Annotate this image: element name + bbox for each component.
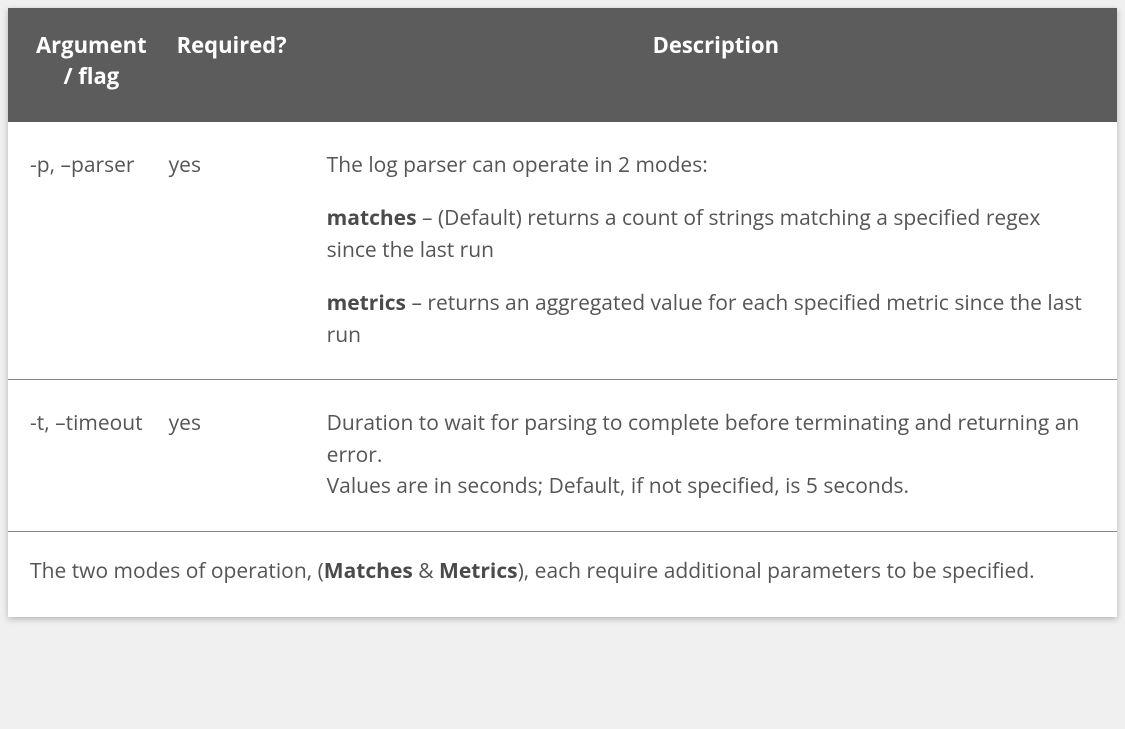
footer-pre: The two modes of operation, ( [30, 557, 324, 585]
footer-bold-metrics: Metrics [439, 557, 518, 585]
header-argument: Argument / flag [8, 8, 165, 122]
header-description: Description [315, 8, 1117, 122]
header-required: Required? [165, 8, 315, 122]
table-row: -p, –parser yes The log parser can opera… [8, 122, 1117, 380]
table-header-row: Argument / flag Required? Description [8, 8, 1117, 122]
table-row: -t, –timeout yes Duration to wait for pa… [8, 380, 1117, 532]
footer-note: The two modes of operation, (Matches & M… [8, 532, 1117, 588]
cell-required: yes [165, 122, 315, 380]
desc-line: Values are in seconds; Default, if not s… [327, 471, 1095, 503]
mode-label: matches [327, 204, 417, 232]
mode-text: – (Default) returns a count of strings m… [327, 204, 1041, 264]
cell-argument: -p, –parser [8, 122, 165, 380]
cell-required: yes [165, 380, 315, 532]
footer-post: ), each require additional parameters to… [518, 557, 1035, 585]
desc-intro: The log parser can operate in 2 modes: [327, 150, 1095, 182]
cell-argument: -t, –timeout [8, 380, 165, 532]
footer-amp: & [413, 557, 439, 585]
documentation-card: Argument / flag Required? Description -p… [8, 8, 1117, 617]
cell-description: The log parser can operate in 2 modes: m… [315, 122, 1117, 380]
mode-label: metrics [327, 289, 406, 317]
desc-line: Duration to wait for parsing to complete… [327, 408, 1095, 471]
footer-bold-matches: Matches [324, 557, 413, 585]
desc-mode-matches: matches – (Default) returns a count of s… [327, 203, 1095, 266]
arguments-table: Argument / flag Required? Description -p… [8, 8, 1117, 532]
cell-description: Duration to wait for parsing to complete… [315, 380, 1117, 532]
mode-text: – returns an aggregated value for each s… [327, 289, 1082, 349]
desc-mode-metrics: metrics – returns an aggregated value fo… [327, 288, 1095, 351]
